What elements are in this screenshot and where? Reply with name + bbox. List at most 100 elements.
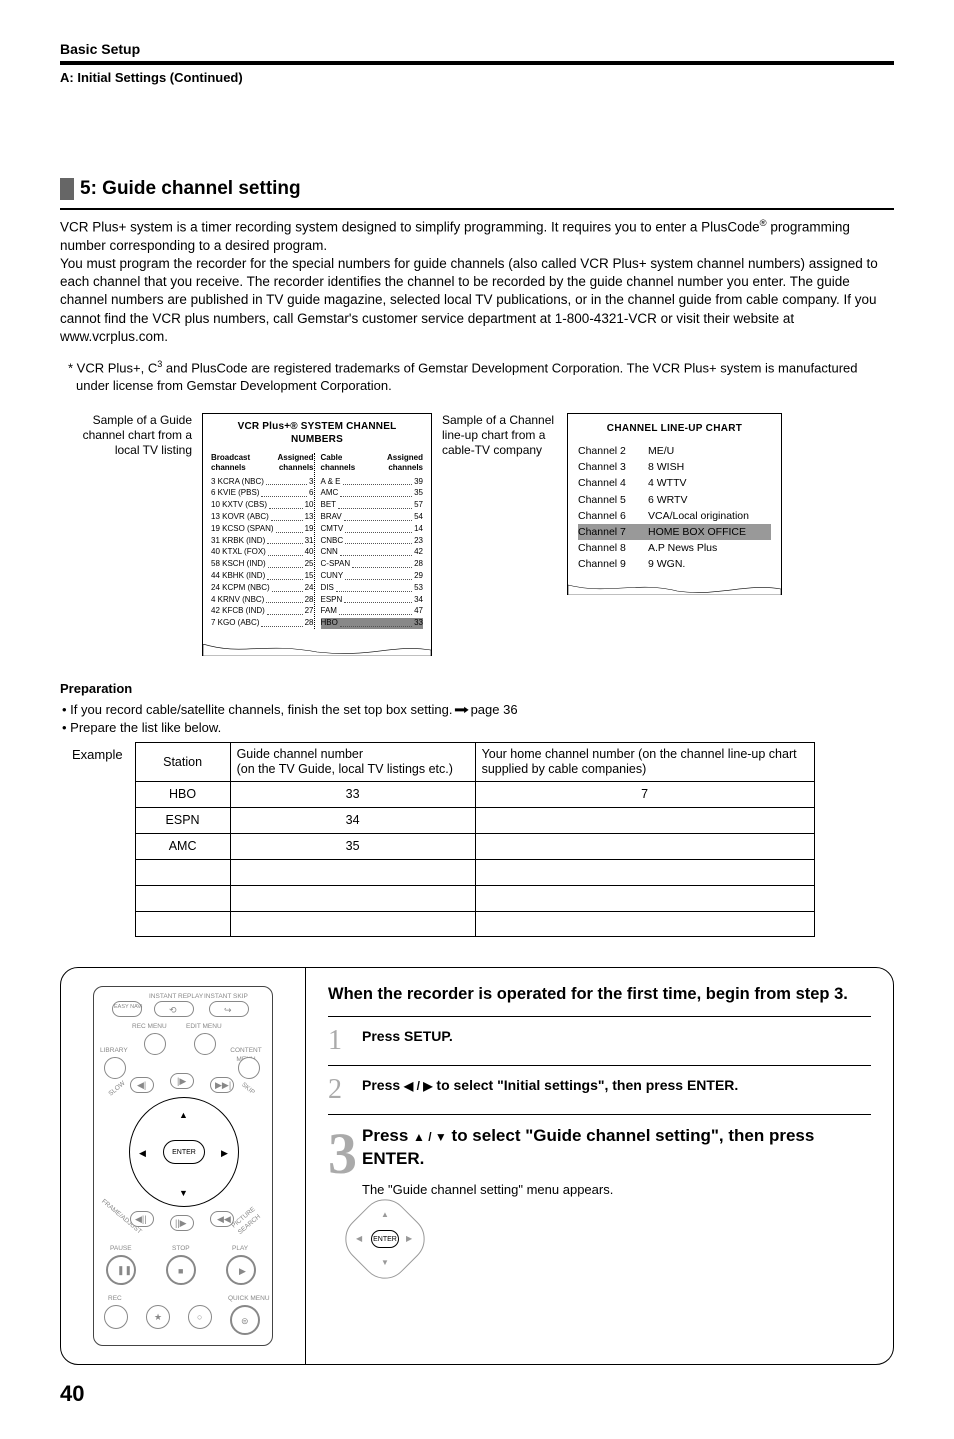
lbl-easy-navi: EASY NAVI [114, 1004, 143, 1011]
table-row: Channel 7HOME BOX OFFICE [578, 524, 771, 540]
step-3-num: 3 [328, 1125, 352, 1183]
lbl-slow: SLOW [107, 1080, 127, 1099]
sample1-caption: Sample of a Guide channel chart from a l… [82, 413, 192, 458]
table-row: CNN42 [321, 547, 424, 559]
diag-down-icon: ▼ [381, 1258, 389, 1269]
table-cell [230, 911, 475, 937]
table-row: 4 KRNV (NBC)28 [211, 594, 314, 606]
step-2-num: 2 [328, 1076, 352, 1104]
table-row: C-SPAN28 [321, 559, 424, 571]
prep-b1a: • If you record cable/satellite channels… [62, 702, 456, 717]
col1-head-r: Assigned channels [256, 453, 314, 475]
rule-thick [60, 61, 894, 65]
table-cell: 34 [230, 808, 475, 834]
intro-paragraph-2: You must program the recorder for the sp… [60, 255, 894, 346]
quick-menu-button: ⊜ [230, 1305, 260, 1335]
rule-thin [328, 1065, 871, 1066]
left-right-arrows-icon: ◀ / ▶ [404, 1079, 432, 1093]
rec-menu-button [144, 1033, 166, 1055]
chart-col-broadcast: Broadcast channelsAssigned channels 3 KC… [211, 453, 314, 630]
table-cell [230, 885, 475, 911]
sample2-caption: Sample of a Channel line-up chart from a… [442, 413, 557, 458]
lbl-rec: REC [108, 1295, 122, 1304]
footnote-a: * VCR Plus+, C [68, 360, 157, 375]
step-3-text: Press ▲ / ▼ to select "Guide channel set… [362, 1125, 871, 1171]
table-row: FAM47 [321, 606, 424, 618]
diag-left-icon: ◀ [356, 1234, 362, 1245]
footnote-b: and PlusCode are registered trademarks o… [76, 360, 858, 393]
tear-edge-icon [568, 583, 781, 595]
dpad-up-icon: ▲ [179, 1109, 188, 1121]
samples-row: Sample of a Guide channel chart from a l… [82, 413, 894, 657]
table-row: Channel 44 WTTV [578, 475, 771, 491]
lbl-skip: SKIP [239, 1082, 256, 1098]
breadcrumb: Basic Setup [60, 40, 894, 59]
table-cell [475, 833, 814, 859]
instruction-panel: INSTANT REPLAY INSTANT SKIP EASY NAVI ⟲ … [60, 967, 894, 1365]
vcrplus-chart: VCR Plus+® SYSTEM CHANNEL NUMBERS Broadc… [202, 413, 432, 657]
table-header: Your home channel number (on the channel… [475, 743, 814, 782]
table-cell [230, 859, 475, 885]
table-row [135, 859, 814, 885]
step-1-text: Press SETUP. [362, 1027, 871, 1046]
example-table: StationGuide channel number (on the TV G… [135, 742, 815, 937]
search-button: ◀◀ [210, 1211, 234, 1227]
pause-button: ❚❚ [106, 1255, 136, 1285]
lbl-rec-menu: REC MENU [132, 1023, 167, 1032]
table-row: CUNY29 [321, 571, 424, 583]
table-header: Guide channel number (on the TV Guide, l… [230, 743, 475, 782]
play-button: ▶ [226, 1255, 256, 1285]
edit-menu-button [194, 1033, 216, 1055]
table-row: Channel 56 WRTV [578, 492, 771, 508]
prep-b1b: page 36 [467, 702, 518, 717]
steps-lead: When the recorder is operated for the fi… [328, 984, 871, 1005]
prep-bullet-2: • Prepare the list like below. [62, 719, 894, 737]
table-row: 10 KXTV (CBS)10 [211, 500, 314, 512]
remote-control-diagram: INSTANT REPLAY INSTANT SKIP EASY NAVI ⟲ … [93, 986, 273, 1346]
diag-right-icon: ▶ [406, 1234, 412, 1245]
step-1: 1 Press SETUP. [328, 1027, 871, 1055]
skip-button: ↪ [209, 1001, 249, 1017]
table-row: AMC35 [135, 833, 814, 859]
stop-button: ■ [166, 1255, 196, 1285]
table-row: Channel 99 WGN. [578, 556, 771, 572]
table-row: 13 KOVR (ABC)13 [211, 512, 314, 524]
example-label: Example [72, 742, 123, 764]
tear-edge-icon [203, 644, 431, 656]
table-cell: ESPN [135, 808, 230, 834]
table-cell: 35 [230, 833, 475, 859]
table-cell: 7 [475, 782, 814, 808]
rule-thin [328, 1016, 871, 1017]
table-row: ESPN34 [135, 808, 814, 834]
diag-up-icon: ▲ [381, 1210, 389, 1221]
o-button: ○ [188, 1305, 212, 1329]
skip-fwd-button: ▶▶| [210, 1077, 234, 1093]
step-2: 2 Press ◀ / ▶ to select "Initial setting… [328, 1076, 871, 1104]
remote-panel: INSTANT REPLAY INSTANT SKIP EASY NAVI ⟲ … [61, 968, 306, 1364]
preparation-title: Preparation [60, 680, 894, 698]
table-cell [135, 859, 230, 885]
table-row: 42 KFCB (IND)27 [211, 606, 314, 618]
table-cell: HBO [135, 782, 230, 808]
table-row: Channel 38 WISH [578, 459, 771, 475]
lineup-chart: CHANNEL LINE-UP CHART Channel 2ME/UChann… [567, 413, 782, 596]
s3a: Press [362, 1126, 413, 1145]
table-row: CMTV14 [321, 523, 424, 535]
lbl-pause: PAUSE [110, 1245, 132, 1254]
para1a: VCR Plus+ system is a timer recording sy… [60, 220, 760, 235]
col2-head-r: Assigned channels [363, 453, 423, 475]
lbl-stop: STOP [172, 1245, 190, 1254]
table-row: 3 KCRA (NBC)3 [211, 476, 314, 488]
page-number: 40 [60, 1379, 894, 1409]
s2b: to select "Initial settings", then press… [433, 1077, 739, 1093]
lbl-play: PLAY [232, 1245, 248, 1254]
table-row: BRAV54 [321, 512, 424, 524]
table-row [135, 911, 814, 937]
table-row: 31 KRBK (IND)31 [211, 535, 314, 547]
dpad-left-icon: ◀ [139, 1147, 146, 1159]
table-row: CNBC23 [321, 535, 424, 547]
enter-button: ENTER [163, 1140, 205, 1164]
table-row: HBO33 [321, 618, 424, 630]
table-row [135, 885, 814, 911]
step-3-sub: The "Guide channel setting" menu appears… [362, 1181, 871, 1199]
